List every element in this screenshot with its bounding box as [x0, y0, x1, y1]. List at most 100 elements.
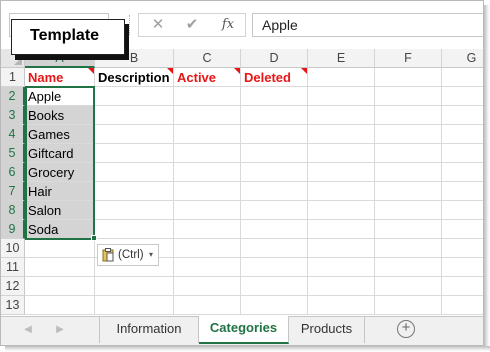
cell-f13[interactable] — [375, 296, 442, 315]
cell-f4[interactable] — [375, 125, 442, 144]
cell-c1[interactable]: Active — [174, 68, 241, 87]
row-header-1[interactable]: 1 — [1, 68, 25, 87]
cancel-icon[interactable]: ✕ — [141, 14, 175, 38]
cell-g8[interactable] — [442, 201, 483, 220]
row-header-4[interactable]: 4 — [1, 125, 25, 144]
cell-g3[interactable] — [442, 106, 483, 125]
cell-f2[interactable] — [375, 87, 442, 106]
cell-g6[interactable] — [442, 163, 483, 182]
cell-e9[interactable] — [308, 220, 375, 239]
cell-g9[interactable] — [442, 220, 483, 239]
cell-g2[interactable] — [442, 87, 483, 106]
cell-d11[interactable] — [241, 258, 308, 277]
cell-b2[interactable] — [95, 87, 174, 106]
cell-b7[interactable] — [95, 182, 174, 201]
cell-e4[interactable] — [308, 125, 375, 144]
cell-c9[interactable] — [174, 220, 241, 239]
cell-g1[interactable] — [442, 68, 483, 87]
row-header-8[interactable]: 8 — [1, 201, 25, 220]
cell-f11[interactable] — [375, 258, 442, 277]
scroll-tabs-right-icon[interactable]: ▶ — [45, 319, 75, 343]
cell-d13[interactable] — [241, 296, 308, 315]
cell-f3[interactable] — [375, 106, 442, 125]
cell-d1[interactable]: Deleted — [241, 68, 308, 87]
column-header-f[interactable]: F — [375, 49, 442, 68]
cell-a6[interactable]: Grocery — [25, 163, 95, 182]
sheet-tab-categories[interactable]: Categories — [199, 316, 289, 344]
cell-d9[interactable] — [241, 220, 308, 239]
formula-input[interactable]: Apple — [252, 13, 483, 37]
column-header-g[interactable]: G — [442, 49, 483, 68]
enter-icon[interactable]: ✔ — [175, 14, 209, 38]
paste-options-button[interactable]: (Ctrl) ▾ — [97, 244, 159, 266]
row-header-10[interactable]: 10 — [1, 239, 25, 258]
cell-d3[interactable] — [241, 106, 308, 125]
sheet-tab-information[interactable]: Information — [99, 317, 199, 343]
cell-b3[interactable] — [95, 106, 174, 125]
cell-f10[interactable] — [375, 239, 442, 258]
cell-e12[interactable] — [308, 277, 375, 296]
cell-f12[interactable] — [375, 277, 442, 296]
cell-c13[interactable] — [174, 296, 241, 315]
cell-b6[interactable] — [95, 163, 174, 182]
scroll-tabs-left-icon[interactable]: ◀ — [13, 319, 43, 343]
cell-c12[interactable] — [174, 277, 241, 296]
cell-d4[interactable] — [241, 125, 308, 144]
cell-b1[interactable]: Description — [95, 68, 174, 87]
cell-a11[interactable] — [25, 258, 95, 277]
cell-c11[interactable] — [174, 258, 241, 277]
row-header-6[interactable]: 6 — [1, 163, 25, 182]
cell-a13[interactable] — [25, 296, 95, 315]
cell-e13[interactable] — [308, 296, 375, 315]
cell-f7[interactable] — [375, 182, 442, 201]
cell-d5[interactable] — [241, 144, 308, 163]
cell-b12[interactable] — [95, 277, 174, 296]
cell-e3[interactable] — [308, 106, 375, 125]
cell-a5[interactable]: Giftcard — [25, 144, 95, 163]
column-header-d[interactable]: D — [241, 49, 308, 68]
cell-g5[interactable] — [442, 144, 483, 163]
row-header-12[interactable]: 12 — [1, 277, 25, 296]
cell-a2[interactable]: Apple — [25, 87, 95, 106]
row-header-2[interactable]: 2 — [1, 87, 25, 106]
column-header-e[interactable]: E — [308, 49, 375, 68]
cell-d6[interactable] — [241, 163, 308, 182]
cell-g10[interactable] — [442, 239, 483, 258]
cell-a7[interactable]: Hair — [25, 182, 95, 201]
cell-a1[interactable]: Name — [25, 68, 95, 87]
cell-g7[interactable] — [442, 182, 483, 201]
cell-g13[interactable] — [442, 296, 483, 315]
cell-d10[interactable] — [241, 239, 308, 258]
cell-a9[interactable]: Soda — [25, 220, 95, 239]
cell-e5[interactable] — [308, 144, 375, 163]
cell-d7[interactable] — [241, 182, 308, 201]
row-header-9[interactable]: 9 — [1, 220, 25, 239]
cell-b4[interactable] — [95, 125, 174, 144]
cell-g4[interactable] — [442, 125, 483, 144]
cell-a12[interactable] — [25, 277, 95, 296]
row-header-7[interactable]: 7 — [1, 182, 25, 201]
cell-f6[interactable] — [375, 163, 442, 182]
cell-f1[interactable] — [375, 68, 442, 87]
cell-c8[interactable] — [174, 201, 241, 220]
cell-e7[interactable] — [308, 182, 375, 201]
cell-b8[interactable] — [95, 201, 174, 220]
insert-function-icon[interactable]: fx — [211, 14, 245, 38]
cell-f5[interactable] — [375, 144, 442, 163]
row-header-5[interactable]: 5 — [1, 144, 25, 163]
cell-c3[interactable] — [174, 106, 241, 125]
cell-b13[interactable] — [95, 296, 174, 315]
cell-f8[interactable] — [375, 201, 442, 220]
cell-a3[interactable]: Books — [25, 106, 95, 125]
row-header-3[interactable]: 3 — [1, 106, 25, 125]
cell-b5[interactable] — [95, 144, 174, 163]
cell-c10[interactable] — [174, 239, 241, 258]
fill-handle[interactable] — [91, 235, 97, 241]
cell-e8[interactable] — [308, 201, 375, 220]
cell-a10[interactable] — [25, 239, 95, 258]
cell-a4[interactable]: Games — [25, 125, 95, 144]
cell-c2[interactable] — [174, 87, 241, 106]
cell-d12[interactable] — [241, 277, 308, 296]
formula-bar-grip[interactable] — [129, 15, 131, 35]
cell-c6[interactable] — [174, 163, 241, 182]
